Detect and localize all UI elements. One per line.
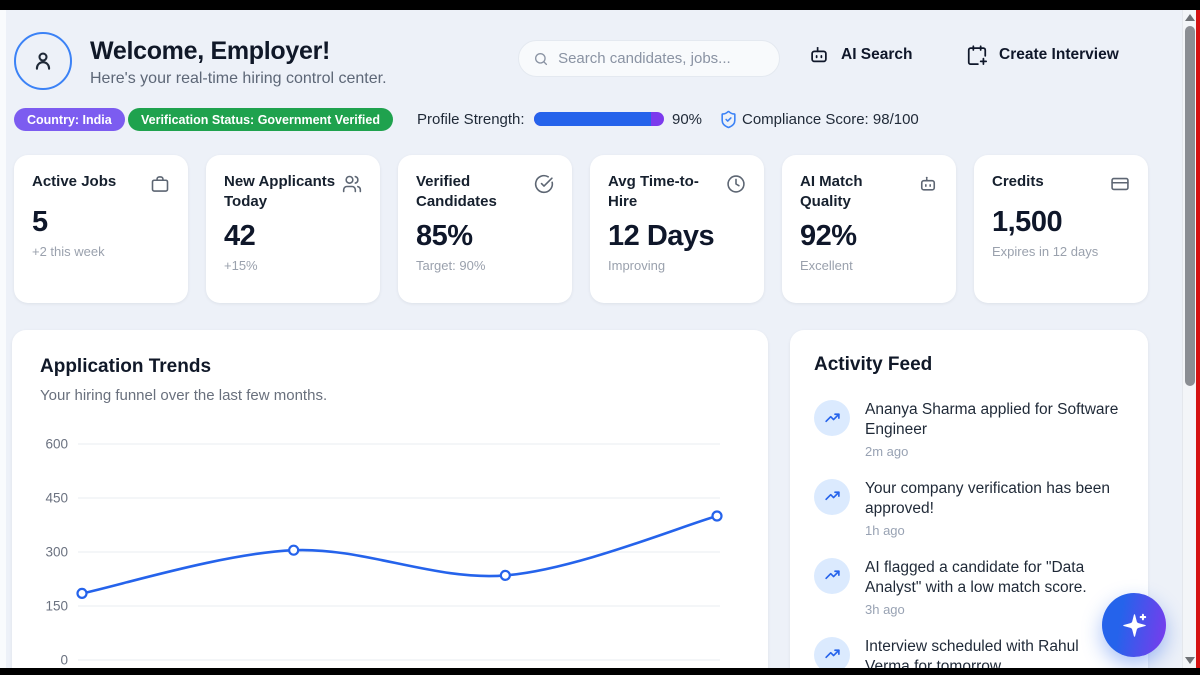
profile-strength-fill xyxy=(534,112,651,126)
avatar[interactable] xyxy=(14,32,72,90)
country-badge: Country: India xyxy=(14,108,125,131)
stat-value: 92% xyxy=(800,220,938,253)
window-right-edge xyxy=(1196,10,1200,668)
clock-icon xyxy=(726,174,746,199)
credit-card-icon xyxy=(1110,174,1130,199)
activity-feed-panel: Activity Feed Ananya Sharma applied for … xyxy=(790,330,1148,675)
trending-up-icon xyxy=(814,479,850,515)
stat-label: Avg Time-to-Hire xyxy=(608,172,724,213)
stat-label: Verified Candidates xyxy=(416,172,532,213)
feed-item: AI flagged a candidate for "Data Analyst… xyxy=(814,558,1124,617)
search-bar[interactable] xyxy=(518,40,780,77)
scrollbar-thumb[interactable] xyxy=(1185,26,1195,386)
activity-title: Activity Feed xyxy=(814,354,1124,376)
bot-icon xyxy=(808,44,830,66)
page-subtitle: Here's your real-time hiring control cen… xyxy=(90,70,387,88)
feed-time: 2m ago xyxy=(865,444,1124,459)
trends-chart: 0 150 300 450 600 xyxy=(36,425,726,675)
profile-strength-percent: 90% xyxy=(672,111,702,128)
feed-text: AI flagged a candidate for "Data Analyst… xyxy=(865,558,1124,599)
feed-item: Your company verification has been appro… xyxy=(814,479,1124,538)
stat-label: Credits xyxy=(992,172,1044,192)
svg-text:300: 300 xyxy=(45,545,68,560)
stat-sub: Excellent xyxy=(800,258,938,273)
scrollbar-up-arrow[interactable] xyxy=(1185,14,1195,21)
feed-text: Ananya Sharma applied for Software Engin… xyxy=(865,400,1124,441)
svg-text:0: 0 xyxy=(60,653,68,668)
create-interview-label: Create Interview xyxy=(999,46,1119,64)
stat-card-verified-candidates: Verified Candidates 85% Target: 90% xyxy=(398,155,572,303)
letterbox-bottom xyxy=(0,668,1200,675)
application-trends-panel: Application Trends Your hiring funnel ov… xyxy=(12,330,768,675)
trends-subtitle: Your hiring funnel over the last few mon… xyxy=(40,387,740,404)
stat-card-active-jobs: Active Jobs 5 +2 this week xyxy=(14,155,188,303)
feed-time: 1h ago xyxy=(865,523,1124,538)
trends-title: Application Trends xyxy=(40,356,740,378)
stat-card-new-applicants: New Applicants Today 42 +15% xyxy=(206,155,380,303)
users-icon xyxy=(342,174,362,199)
stat-card-credits: Credits 1,500 Expires in 12 days xyxy=(974,155,1148,303)
bot-icon xyxy=(918,174,938,199)
stat-sub: Improving xyxy=(608,258,746,273)
profile-strength-label: Profile Strength: xyxy=(417,111,525,128)
sparkles-icon xyxy=(1121,612,1148,639)
stat-label: Active Jobs xyxy=(32,172,116,192)
page-title: Welcome, Employer! xyxy=(90,37,330,66)
activity-feed-list: Ananya Sharma applied for Software Engin… xyxy=(814,400,1124,675)
stat-card-time-to-hire: Avg Time-to-Hire 12 Days Improving xyxy=(590,155,764,303)
svg-text:450: 450 xyxy=(45,491,68,506)
feed-text: Your company verification has been appro… xyxy=(865,479,1124,520)
stat-sub: +15% xyxy=(224,258,362,273)
letterbox-top xyxy=(0,0,1200,10)
feed-item: Ananya Sharma applied for Software Engin… xyxy=(814,400,1124,459)
stats-row: Active Jobs 5 +2 this week New Applicant… xyxy=(14,155,1148,303)
scrollbar-down-arrow[interactable] xyxy=(1185,657,1195,664)
calendar-plus-icon xyxy=(966,44,988,66)
trending-up-icon xyxy=(814,558,850,594)
feed-time: 3h ago xyxy=(865,602,1124,617)
stat-value: 85% xyxy=(416,220,554,253)
stat-label: AI Match Quality xyxy=(800,172,916,213)
search-icon xyxy=(533,50,549,68)
briefcase-icon xyxy=(150,174,170,199)
stat-sub: Expires in 12 days xyxy=(992,244,1130,259)
shield-check-icon xyxy=(719,110,738,134)
stat-value: 42 xyxy=(224,220,362,253)
user-icon xyxy=(29,47,57,75)
ai-assistant-fab[interactable] xyxy=(1102,593,1166,657)
compliance-score: Compliance Score: 98/100 xyxy=(742,111,919,128)
svg-text:150: 150 xyxy=(45,599,68,614)
svg-text:600: 600 xyxy=(45,437,68,452)
stat-label: New Applicants Today xyxy=(224,172,340,213)
profile-strength-bar xyxy=(534,112,664,126)
stat-value: 12 Days xyxy=(608,220,746,253)
search-input[interactable] xyxy=(558,50,765,67)
stat-card-ai-match-quality: AI Match Quality 92% Excellent xyxy=(782,155,956,303)
stat-value: 1,500 xyxy=(992,206,1130,239)
verification-badge: Verification Status: Government Verified xyxy=(128,108,393,131)
stat-sub: +2 this week xyxy=(32,244,170,259)
trending-up-icon xyxy=(814,400,850,436)
stat-value: 5 xyxy=(32,206,170,239)
stat-sub: Target: 90% xyxy=(416,258,554,273)
vertical-scrollbar[interactable] xyxy=(1182,10,1196,668)
window-left-edge xyxy=(0,10,6,668)
ai-search-button[interactable]: AI Search xyxy=(808,44,913,66)
ai-search-label: AI Search xyxy=(841,46,913,64)
create-interview-button[interactable]: Create Interview xyxy=(966,44,1119,66)
check-circle-icon xyxy=(534,174,554,199)
